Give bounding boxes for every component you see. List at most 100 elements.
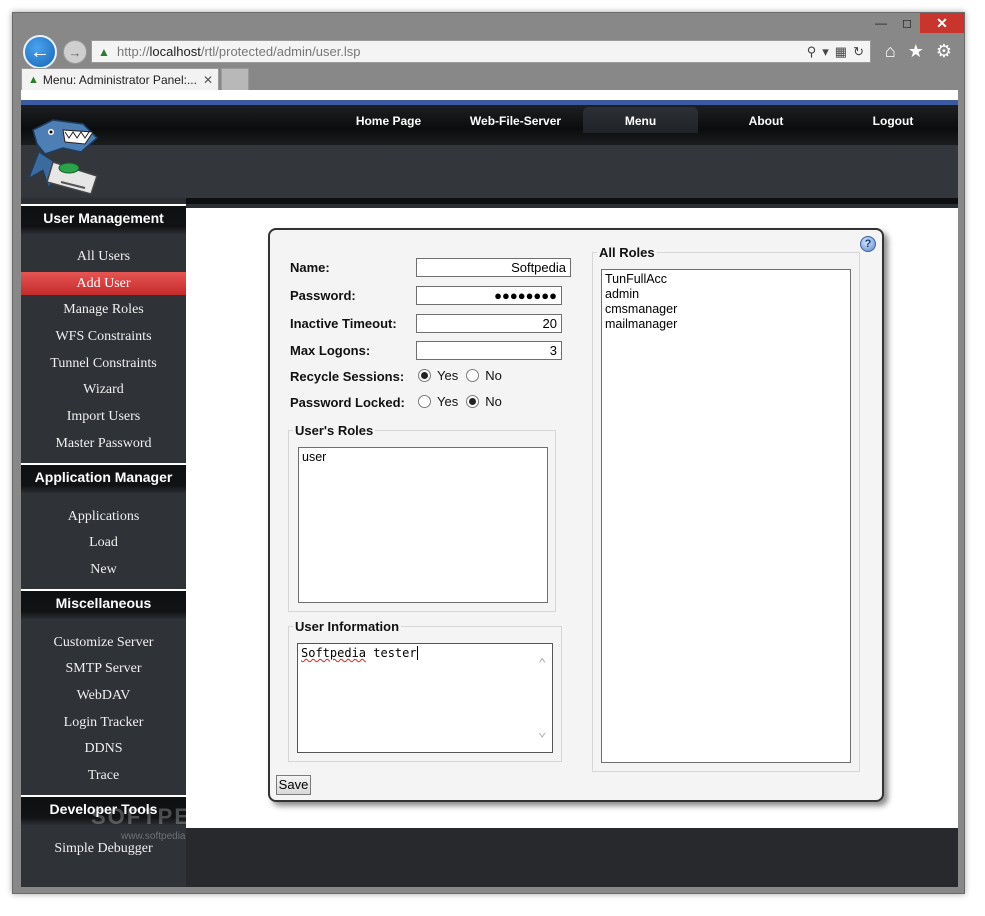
save-button[interactable]: Save xyxy=(276,775,311,795)
max-logons-field[interactable] xyxy=(416,341,562,360)
nav-logout[interactable]: Logout xyxy=(853,114,933,128)
tab-close-icon[interactable]: ✕ xyxy=(203,73,213,87)
sidebar-item-trace[interactable]: Trace xyxy=(21,764,186,787)
forward-arrow-icon[interactable]: → xyxy=(63,40,87,64)
minimize-icon[interactable]: — xyxy=(868,13,894,33)
list-item[interactable]: admin xyxy=(605,287,847,302)
tab-title: Menu: Administrator Panel:... xyxy=(42,72,197,87)
sidebar-item-tunnel-constraints[interactable]: Tunnel Constraints xyxy=(21,352,186,375)
user-info-word: Softpedia xyxy=(301,646,367,660)
sidebar-item-wizard[interactable]: Wizard xyxy=(21,378,186,401)
url-prefix: http:// xyxy=(117,44,150,59)
textarea-scrollbar[interactable]: ⌃ ⌄ xyxy=(535,644,552,752)
scroll-up-icon[interactable]: ⌃ xyxy=(538,656,546,672)
top-navigation: Home Page Web-File-Server Menu About Log… xyxy=(21,105,958,145)
sidebar-item-add-user[interactable]: Add User xyxy=(21,272,186,295)
url-path: /rtl/protected/admin/user.lsp xyxy=(200,44,361,59)
section-title: Application Manager xyxy=(34,469,173,485)
refresh-icon[interactable]: ↻ xyxy=(853,44,864,60)
locked-yes-radio[interactable] xyxy=(418,395,431,408)
new-tab-button[interactable] xyxy=(221,68,249,90)
user-info-word: tester xyxy=(366,646,417,660)
list-item[interactable]: user xyxy=(302,450,544,465)
text-cursor: ​ xyxy=(416,646,418,660)
scroll-down-icon[interactable]: ⌄ xyxy=(538,724,546,740)
browser-toolbar-icons: ⌂ ★ ⚙ xyxy=(885,41,952,62)
header-subbar xyxy=(21,145,958,198)
list-item[interactable]: cmsmanager xyxy=(605,302,847,317)
timeout-field[interactable] xyxy=(416,314,562,333)
page-footer xyxy=(186,828,958,887)
recycle-yes-radio[interactable] xyxy=(418,369,431,382)
help-icon[interactable]: ? xyxy=(860,236,876,252)
close-icon[interactable]: ✕ xyxy=(920,13,964,33)
sidebar-item-import-users[interactable]: Import Users xyxy=(21,405,186,428)
shark-logo-icon xyxy=(28,119,99,195)
all-roles-list[interactable]: TunFullAcc admin cmsmanager mailmanager xyxy=(601,269,851,763)
users-roles-group: User's Roles user xyxy=(288,423,556,612)
recycle-yes-label: Yes xyxy=(437,368,459,383)
home-icon[interactable]: ⌂ xyxy=(885,41,896,62)
name-field[interactable] xyxy=(416,258,571,277)
all-roles-legend: All Roles xyxy=(597,245,657,260)
recycle-no-radio[interactable] xyxy=(466,369,480,382)
user-info-legend: User Information xyxy=(293,619,402,634)
password-label: Password: xyxy=(290,288,356,303)
nav-home-page[interactable]: Home Page xyxy=(341,114,436,128)
sidebar-item-new[interactable]: New xyxy=(21,558,186,581)
page-top-strip xyxy=(21,90,958,100)
recycle-no-label: No xyxy=(485,368,502,383)
dropdown-icon[interactable]: ▾ xyxy=(822,44,829,60)
sidebar-item-all-users[interactable]: All Users xyxy=(21,245,186,268)
max-logons-label: Max Logons: xyxy=(290,343,371,358)
back-arrow-icon[interactable]: ← xyxy=(23,35,57,69)
password-locked-label: Password Locked: xyxy=(290,395,405,410)
timeout-label: Inactive Timeout: xyxy=(290,316,397,331)
sidebar-section-miscellaneous: Miscellaneous xyxy=(21,589,186,619)
locked-no-radio[interactable] xyxy=(466,395,480,408)
password-locked-radios: Yes No xyxy=(418,394,510,409)
sidebar-item-customize-server[interactable]: Customize Server xyxy=(21,631,186,654)
nav-web-file-server[interactable]: Web-File-Server xyxy=(463,114,568,128)
sidebar-item-wfs-constraints[interactable]: WFS Constraints xyxy=(21,325,186,348)
sidebar-item-load[interactable]: Load xyxy=(21,531,186,554)
user-info-group: User Information Softpedia tester​ ⌃ ⌄ xyxy=(288,619,562,762)
list-item[interactable]: TunFullAcc xyxy=(605,272,847,287)
sidebar-item-ddns[interactable]: DDNS xyxy=(21,737,186,760)
locked-yes-label: Yes xyxy=(437,394,459,409)
sidebar-item-login-tracker[interactable]: Login Tracker xyxy=(21,711,186,734)
main-content: ? Name: Password: ●●●●●●●● Inactive Time… xyxy=(186,208,958,828)
sidebar-section-application-manager: Application Manager xyxy=(21,463,186,493)
sidebar-item-webdav[interactable]: WebDAV xyxy=(21,684,186,707)
sidebar-item-master-password[interactable]: Master Password xyxy=(21,432,186,455)
header-divider xyxy=(186,198,958,204)
compat-view-icon[interactable]: ▦ xyxy=(835,44,847,60)
sidebar-item-smtp-server[interactable]: SMTP Server xyxy=(21,657,186,680)
address-bar[interactable]: ▲ http:// localhost /rtl/protected/admin… xyxy=(91,40,871,63)
sidebar-item-applications[interactable]: Applications xyxy=(21,505,186,528)
maximize-icon[interactable]: ◻ xyxy=(894,13,920,33)
add-user-panel: ? Name: Password: ●●●●●●●● Inactive Time… xyxy=(268,228,884,802)
section-title: User Management xyxy=(43,210,164,226)
window-controls: — ◻ ✕ xyxy=(868,13,964,35)
nav-menu[interactable]: Menu xyxy=(583,107,698,133)
list-item[interactable]: mailmanager xyxy=(605,317,847,332)
all-roles-group: All Roles TunFullAcc admin cmsmanager ma… xyxy=(592,245,860,772)
users-roles-legend: User's Roles xyxy=(293,423,376,438)
sidebar-item-manage-roles[interactable]: Manage Roles xyxy=(21,298,186,321)
tab-admin-panel[interactable]: ▲ Menu: Administrator Panel:... ✕ xyxy=(21,68,219,90)
search-icon[interactable]: ⚲ xyxy=(807,44,817,60)
nav-about[interactable]: About xyxy=(726,114,806,128)
page-viewport: Home Page Web-File-Server Menu About Log… xyxy=(21,90,958,887)
tab-strip: ▲ Menu: Administrator Panel:... ✕ xyxy=(21,68,956,90)
browser-window: — ◻ ✕ ← → ▲ http:// localhost /rtl/prote… xyxy=(12,12,965,894)
favorites-star-icon[interactable]: ★ xyxy=(908,41,924,62)
section-title: Miscellaneous xyxy=(55,595,152,611)
password-field[interactable]: ●●●●●●●● xyxy=(416,286,562,305)
users-roles-list[interactable]: user xyxy=(298,447,548,603)
gear-icon[interactable]: ⚙ xyxy=(936,41,952,62)
recycle-sessions-label: Recycle Sessions: xyxy=(290,369,405,384)
sidebar-section-user-management: User Management xyxy=(21,204,186,234)
site-favicon-icon: ▲ xyxy=(98,44,110,59)
user-info-textarea[interactable]: Softpedia tester​ ⌃ ⌄ xyxy=(297,643,553,753)
